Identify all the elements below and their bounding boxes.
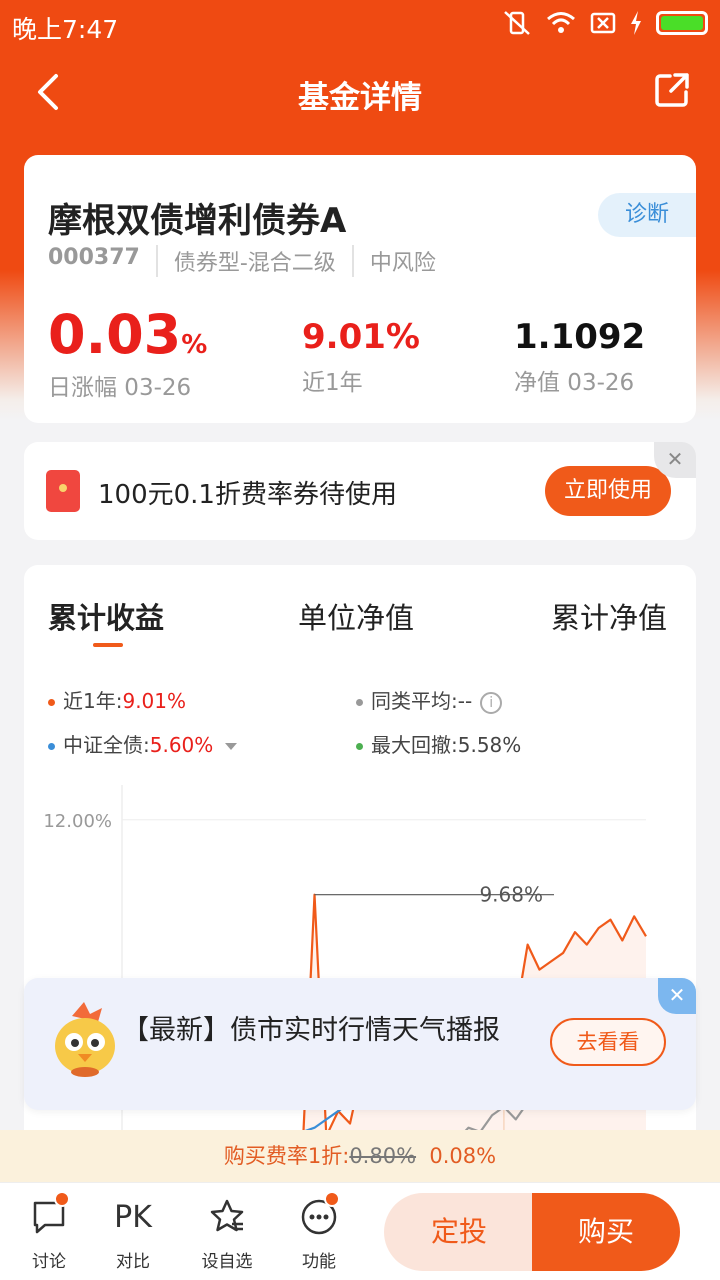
compare-button[interactable]: PK 对比 <box>98 1197 168 1273</box>
legend-fund-label: 近1年: <box>63 689 123 713</box>
legend-peer: 同类平均:-- i <box>356 685 503 714</box>
coupon-banner: 100元0.1折费率券待使用 立即使用 ✕ <box>24 442 696 540</box>
discuss-label: 讨论 <box>32 1252 66 1272</box>
nav-stat: 1.1092 净值 03-26 <box>514 317 645 397</box>
watchlist-label: 设自选 <box>201 1252 253 1272</box>
fund-code: 000377 <box>48 245 140 270</box>
functions-button[interactable]: 功能 <box>284 1191 354 1272</box>
nav-value: 1.1092 <box>514 317 646 357</box>
fee-old-rate: 0.80% <box>349 1144 417 1168</box>
fund-dot <box>48 699 55 706</box>
no-sim-icon <box>590 12 616 34</box>
battery-icon <box>656 11 708 35</box>
view-news-button[interactable]: 去看看 <box>550 1018 666 1066</box>
wifi-icon <box>547 12 575 33</box>
one-year-stat: 9.01% 近1年 <box>302 317 420 397</box>
notification-badge <box>54 1191 70 1207</box>
status-time: 晚上7:47 <box>12 15 119 44</box>
fund-type: 债券型-混合二级 <box>155 245 352 277</box>
legend-index-value: 5.60% <box>149 733 214 757</box>
mute-vibrate-icon <box>504 11 530 35</box>
fund-meta: 000377 债券型-混合二级 中风险 <box>48 245 452 277</box>
charging-icon <box>631 11 641 35</box>
peer-dot <box>356 699 363 706</box>
daily-change-value: 0.03 <box>48 303 182 366</box>
tab-cumulative-return[interactable]: 累计收益 <box>48 595 164 637</box>
notification-badge <box>324 1191 340 1207</box>
chart-tabs: 累计收益 单位净值 累计净值 <box>24 595 696 655</box>
legend-peer-value: -- <box>457 689 473 713</box>
discuss-button[interactable]: 讨论 <box>14 1191 84 1272</box>
one-year-label: 近1年 <box>302 370 363 396</box>
legend-drawdown: 最大回撤:5.58% <box>356 729 521 758</box>
functions-label: 功能 <box>302 1252 336 1272</box>
legend-fund: 近1年:9.01% <box>48 685 186 714</box>
status-bar: 晚上7:47 <box>0 0 720 50</box>
page-title: 基金详情 <box>298 80 422 116</box>
daily-change-stat: 0.03% 日涨幅 03-26 <box>48 303 207 402</box>
tab-cumulative-nav[interactable]: 累计净值 <box>551 595 667 637</box>
legend-peer-label: 同类平均: <box>371 689 458 713</box>
legend-fund-value: 9.01% <box>122 689 187 713</box>
drawdown-dot <box>356 743 363 750</box>
legend-index[interactable]: 中证全债:5.60% <box>48 729 238 758</box>
daily-change-unit: % <box>181 330 208 360</box>
nav-label: 净值 03-26 <box>514 370 635 396</box>
add-watchlist-button[interactable]: 设自选 <box>192 1197 262 1272</box>
buy-button[interactable]: 购买 <box>532 1193 680 1271</box>
pk-icon: PK <box>114 1199 152 1235</box>
news-banner[interactable]: 【最新】债市实时行情天气播报 去看看 ✕ <box>24 978 696 1110</box>
tab-unit-nav[interactable]: 单位净值 <box>298 595 414 637</box>
diagnose-button[interactable]: 诊断 <box>598 193 696 237</box>
nav-bar: 基金详情 <box>0 50 720 132</box>
compare-label: 对比 <box>116 1252 150 1272</box>
daily-change-label: 日涨幅 03-26 <box>48 375 192 401</box>
fund-name: 摩根双债增利债券A <box>48 201 347 241</box>
star-icon <box>210 1199 244 1232</box>
news-headline: 【最新】债市实时行情天气播报 <box>122 1015 500 1046</box>
index-dot <box>48 743 55 750</box>
one-year-value: 9.01% <box>302 317 420 357</box>
legend-drawdown-value: 5.58% <box>457 733 522 757</box>
fee-new-rate: 0.08% <box>429 1144 497 1168</box>
red-envelope-icon <box>46 470 80 512</box>
legend-drawdown-label: 最大回撤: <box>371 733 458 757</box>
mascot-icon <box>55 1002 115 1077</box>
fund-summary-card: 摩根双债增利债券A 诊断 000377 债券型-混合二级 中风险 0.03% 日… <box>24 155 696 423</box>
bottom-action-bar: 讨论 PK 对比 设自选 功能 定投 购买 <box>0 1182 720 1280</box>
fund-risk: 中风险 <box>351 245 452 277</box>
dropdown-caret-icon[interactable] <box>225 743 238 750</box>
info-icon[interactable]: i <box>480 691 503 714</box>
active-tab-indicator <box>93 643 123 647</box>
fee-rate-strip: 购买费率1折:0.80% 0.08% <box>0 1130 720 1182</box>
coupon-text: 100元0.1折费率券待使用 <box>98 480 397 510</box>
fee-label: 购买费率1折: <box>223 1144 350 1168</box>
auto-invest-button[interactable]: 定投 <box>384 1193 534 1271</box>
close-icon[interactable]: ✕ <box>658 978 696 1014</box>
share-icon[interactable] <box>654 72 690 108</box>
y-tick-label: 12.00% <box>43 811 112 832</box>
legend-index-label: 中证全债: <box>63 733 150 757</box>
max-annotation: 9.68% <box>479 883 543 907</box>
use-coupon-button[interactable]: 立即使用 <box>545 466 671 516</box>
